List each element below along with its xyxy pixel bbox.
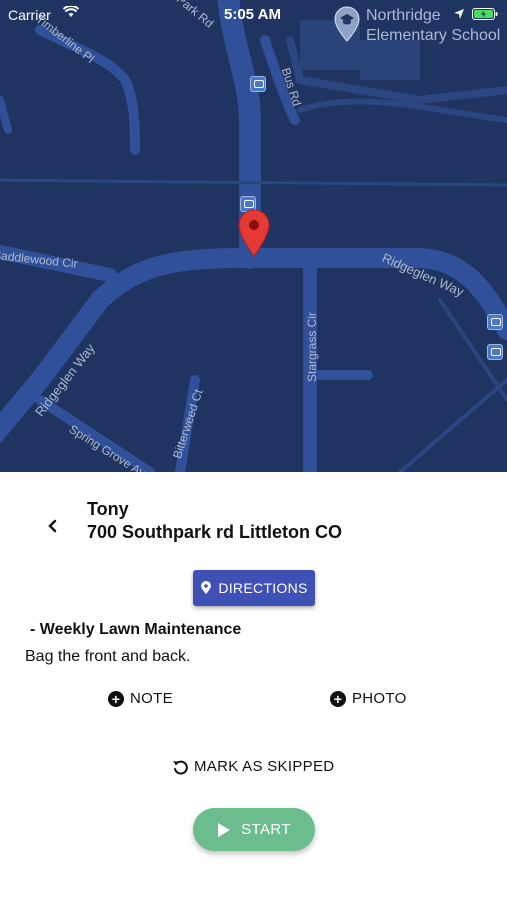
directions-label: DIRECTIONS — [218, 580, 308, 596]
service-title: - Weekly Lawn Maintenance — [30, 621, 242, 638]
undo-icon — [173, 760, 188, 775]
bus-stop-icon[interactable] — [487, 344, 503, 360]
wifi-icon — [63, 6, 79, 17]
photo-label: PHOTO — [352, 690, 407, 707]
street-label-stargrass-cir: Stargrass Cir — [305, 311, 319, 382]
bus-stop-icon[interactable] — [487, 314, 503, 330]
client-name: Tony — [87, 499, 129, 519]
client-address: 700 Southpark rd Littleton CO — [87, 522, 343, 542]
start-label: START — [241, 821, 291, 838]
poi-label: Northridge Elementary School — [366, 6, 500, 46]
back-button[interactable] — [47, 518, 67, 538]
poi-label-line1: Northridge — [366, 7, 441, 24]
note-label: NOTE — [130, 690, 173, 707]
add-photo-button[interactable]: + PHOTO — [330, 690, 407, 707]
mark-as-skipped-button[interactable]: MARK AS SKIPPED — [172, 758, 334, 775]
bus-stop-icon[interactable] — [250, 76, 266, 92]
directions-button[interactable]: DIRECTIONS — [193, 570, 315, 606]
play-icon — [218, 822, 231, 837]
clock-time: 5:05 AM — [224, 6, 281, 23]
poi-label-line2: Elementary School — [366, 27, 501, 44]
map-view[interactable]: Carrier 5:05 AM Northridge Elementary Sc… — [0, 0, 507, 472]
school-poi[interactable]: Northridge Elementary School — [334, 6, 507, 46]
location-pin-icon — [201, 581, 212, 594]
location-marker-icon[interactable] — [238, 209, 270, 257]
skip-label: MARK AS SKIPPED — [194, 758, 335, 775]
start-button[interactable]: START — [193, 808, 315, 851]
chevron-left-icon — [48, 519, 57, 533]
plus-circle-icon: + — [108, 690, 124, 707]
school-pin-icon — [334, 6, 360, 42]
plus-circle-icon: + — [330, 690, 346, 707]
add-note-button[interactable]: + NOTE — [108, 690, 173, 707]
service-description: Bag the front and back. — [25, 648, 191, 665]
